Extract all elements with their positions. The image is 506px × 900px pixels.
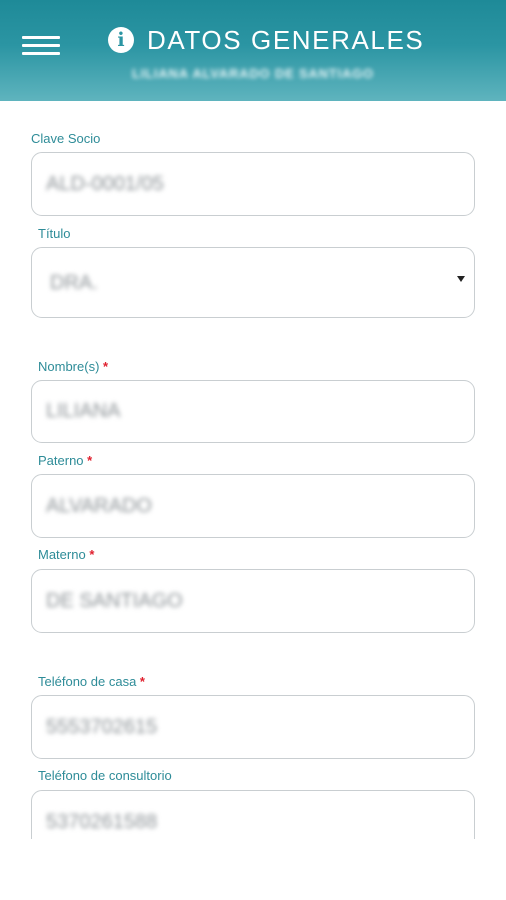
materno-value: DE SANTIAGO: [46, 590, 183, 612]
page-title: DATOS GENERALES: [147, 24, 425, 55]
materno-label: Materno *: [38, 547, 95, 562]
materno-input[interactable]: DE SANTIAGO: [31, 569, 475, 633]
telefono-consultorio-label: Teléfono de consultorio: [38, 768, 172, 783]
page-subtitle: LILIANA ALVARADO DE SANTIAGO: [132, 66, 374, 81]
nombre-value: LILIANA: [46, 400, 121, 422]
clave-socio-value: ALD-0001/05: [46, 173, 164, 195]
clave-socio-input[interactable]: ALD-0001/05: [31, 152, 475, 216]
telefono-casa-value: 5553702615: [46, 716, 158, 738]
clave-socio-label: Clave Socio: [31, 131, 101, 146]
titulo-select[interactable]: DRA.: [31, 247, 475, 318]
app-header: i DATOS GENERALES LILIANA ALVARADO DE SA…: [0, 0, 506, 101]
telefono-casa-label: Teléfono de casa *: [38, 674, 145, 689]
required-marker: *: [103, 359, 109, 374]
telefono-casa-input[interactable]: 5553702615: [31, 695, 475, 759]
titulo-value: DRA.: [50, 272, 98, 294]
required-marker: *: [87, 453, 93, 468]
required-marker: *: [89, 547, 95, 562]
general-data-form: Clave Socio ALD-0001/05 Título DRA. Nomb…: [0, 101, 506, 839]
info-icon: i: [108, 27, 134, 53]
telefono-consultorio-value: 5370261588: [46, 811, 158, 833]
telefono-consultorio-input[interactable]: 5370261588: [31, 790, 475, 839]
hamburger-menu-icon[interactable]: [22, 34, 62, 58]
nombre-input[interactable]: LILIANA: [31, 380, 475, 443]
nombre-label: Nombre(s) *: [38, 359, 109, 374]
paterno-label: Paterno *: [38, 453, 93, 468]
titulo-label: Título: [38, 226, 71, 241]
required-marker: *: [139, 674, 145, 689]
chevron-down-icon: [457, 276, 465, 282]
paterno-value: ALVARADO: [46, 495, 152, 517]
header-title-row: i DATOS GENERALES: [108, 24, 424, 56]
paterno-input[interactable]: ALVARADO: [31, 474, 475, 538]
